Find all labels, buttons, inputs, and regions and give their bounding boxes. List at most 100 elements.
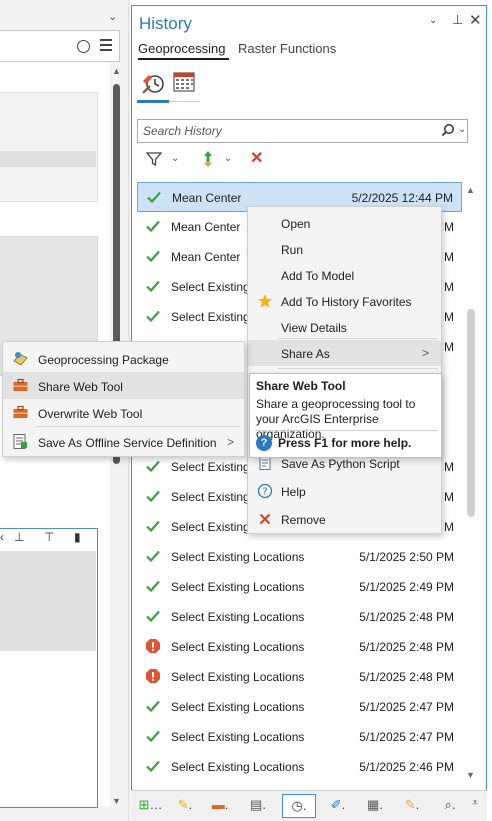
bottom-tab-edit[interactable]: ✐.	[322, 794, 354, 818]
history-row[interactable]: Select Existing Locations 5/1/2025 2:48 P…	[137, 602, 462, 632]
active-tab-underline	[138, 58, 229, 60]
pin-icon[interactable]: ⊥	[452, 12, 463, 28]
filter-icon[interactable]	[145, 151, 163, 170]
submenu-item-geoprocessing-package[interactable]: Geoprocessing Package	[3, 345, 244, 372]
menu-icon[interactable]	[100, 39, 112, 53]
bottom-tab-symbology[interactable]: ✎.	[170, 794, 200, 818]
submenu-item-overwrite-web-tool[interactable]: Overwrite Web Tool	[3, 399, 244, 426]
tooltip-help-text: Press F1 for more help.	[278, 436, 412, 450]
bottom-tab-label: .	[262, 797, 266, 812]
circle-icon[interactable]	[77, 40, 90, 53]
chevron-left-icon[interactable]: ‹	[0, 530, 4, 544]
success-check-icon	[145, 518, 161, 534]
pane-options-chevron-icon[interactable]: ⌄	[429, 15, 437, 26]
filter-chevron-icon[interactable]: ⌄	[171, 153, 179, 164]
list-scroll-up-icon[interactable]: ▲	[466, 185, 475, 195]
history-item-name: Select Existing Locations	[171, 670, 305, 684]
menu-item-open[interactable]: Open	[248, 210, 441, 236]
submenu-item-save-offline-service-definition[interactable]: Save As Offline Service Definition >	[3, 428, 244, 455]
history-item-date: M	[444, 220, 454, 234]
catalog-icon: ⊞	[138, 797, 150, 812]
menu-item-label: Add To History Favorites	[281, 295, 412, 309]
add-row-icon[interactable]: ⊥	[14, 530, 24, 544]
history-row[interactable]: Select Existing Locations 5/1/2025 2:47 P…	[137, 692, 462, 722]
share-as-submenu: Geoprocessing Package Share Web Tool Overw…	[2, 341, 245, 457]
scroll-up-icon[interactable]: ▲	[112, 66, 121, 76]
tab-raster-functions[interactable]: Raster Functions	[238, 41, 336, 56]
history-item-name: Select Existing Locations	[171, 580, 305, 594]
clear-history-icon[interactable]: ✕	[250, 148, 263, 168]
menu-item-add-to-favorites[interactable]: Add To History Favorites	[248, 288, 441, 314]
history-item-date: 5/1/2025 2:49 PM	[359, 580, 454, 594]
submenu-item-share-web-tool[interactable]: Share Web Tool	[3, 372, 244, 399]
history-item-date: 5/1/2025 2:48 PM	[359, 610, 454, 624]
toolbox-icon: ▬	[211, 797, 225, 812]
success-check-icon	[145, 278, 161, 294]
history-item-name: Select Existing	[171, 280, 250, 294]
history-item-date: M	[444, 340, 454, 354]
bottom-tab-toolbox[interactable]: ▬.	[204, 794, 236, 818]
menu-item-view-details[interactable]: View Details	[248, 314, 441, 340]
menu-item-label: Help	[281, 485, 306, 499]
calendar-icon[interactable]	[172, 70, 196, 94]
menu-item-remove[interactable]: Remove	[248, 506, 441, 532]
history-item-date: M	[444, 520, 454, 534]
menu-item-label: Open	[281, 217, 311, 231]
history-item-date: 5/1/2025 2:50 PM	[359, 550, 454, 564]
history-item-name: Select Existing Locations	[171, 700, 305, 714]
left-pane-panel	[0, 92, 98, 202]
star-icon	[257, 293, 273, 309]
bottom-tab-locate[interactable]: ⌕.	[432, 794, 468, 818]
menu-item-label: Share As	[281, 347, 330, 361]
left-pane-panel-bar	[0, 151, 96, 167]
history-row[interactable]: Select Existing Locations 5/1/2025 2:48 P…	[137, 632, 462, 662]
history-row[interactable]: Select Existing Locations 5/1/2025 2:50 P…	[137, 542, 462, 572]
submenu-item-label: Geoprocessing Package	[38, 353, 169, 367]
history-row[interactable]: Select Existing Locations 5/1/2025 2:48 P…	[137, 662, 462, 692]
tab-geoprocessing[interactable]: Geoprocessing	[138, 41, 225, 56]
edit-icon: ✐	[330, 797, 342, 812]
error-icon	[145, 668, 161, 684]
history-item-name: Mean Center	[172, 191, 242, 205]
bottom-tab-attributes[interactable]: ▦.	[358, 794, 392, 818]
error-icon	[145, 638, 161, 654]
share-web-tool-tooltip: Share Web Tool Share a geoprocessing too…	[249, 373, 442, 458]
element-icon: ▤	[250, 797, 263, 812]
bottom-tab-label: .	[224, 797, 229, 812]
menu-item-label: Save As Python Script	[281, 457, 400, 471]
menu-item-add-to-model[interactable]: Add To Model	[248, 262, 441, 288]
search-input[interactable]	[143, 124, 423, 138]
history-row[interactable]: Select Existing Locations 5/1/2025 2:47 P…	[137, 722, 462, 752]
bottom-tab-element[interactable]: ▤.	[240, 794, 276, 818]
delete-icon[interactable]: ▮	[74, 530, 81, 544]
history-clock-icon[interactable]	[140, 69, 168, 97]
menu-item-run[interactable]: Run	[248, 236, 441, 262]
sort-chevron-icon[interactable]: ⌄	[224, 153, 232, 164]
left-pane-chevron-icon[interactable]: ⌄	[108, 10, 117, 23]
menu-item-help[interactable]: ? Help	[248, 478, 441, 504]
success-check-icon	[145, 248, 161, 264]
menu-item-label: Run	[281, 243, 304, 257]
bottom-tab-catalog[interactable]: ⊞…	[134, 794, 167, 818]
list-scroll-down-icon[interactable]: ▼	[466, 770, 475, 780]
search-icon[interactable]	[441, 123, 455, 137]
geoprocessing-package-icon	[12, 350, 29, 367]
bottom-tab-create-features[interactable]: ✎.	[396, 794, 428, 818]
history-row[interactable]: Select Existing Locations 5/1/2025 2:46 P…	[137, 752, 462, 782]
more-tabs-chevron-icon[interactable]: ⩡	[472, 797, 478, 810]
success-check-icon	[145, 488, 161, 504]
history-item-name: Select Existing	[171, 460, 250, 474]
scroll-down-icon[interactable]: ▼	[112, 796, 121, 806]
menu-item-share-as[interactable]: Share As >	[248, 340, 441, 366]
bottom-tab-history-clock[interactable]: ◷.	[282, 794, 316, 818]
list-scrollbar-thumb[interactable]	[467, 309, 475, 517]
close-icon[interactable]: ✕	[469, 11, 482, 29]
success-check-icon	[146, 189, 162, 205]
bottom-tab-label: .	[451, 797, 456, 812]
sort-icon[interactable]	[200, 150, 216, 171]
history-row[interactable]: Select Existing Locations 5/1/2025 2:49 P…	[137, 572, 462, 602]
insert-row-icon[interactable]: ⊤	[44, 530, 54, 544]
success-check-icon	[145, 758, 161, 774]
submenu-item-label: Overwrite Web Tool	[38, 407, 143, 421]
search-options-chevron-icon[interactable]: ⌄	[458, 124, 466, 135]
